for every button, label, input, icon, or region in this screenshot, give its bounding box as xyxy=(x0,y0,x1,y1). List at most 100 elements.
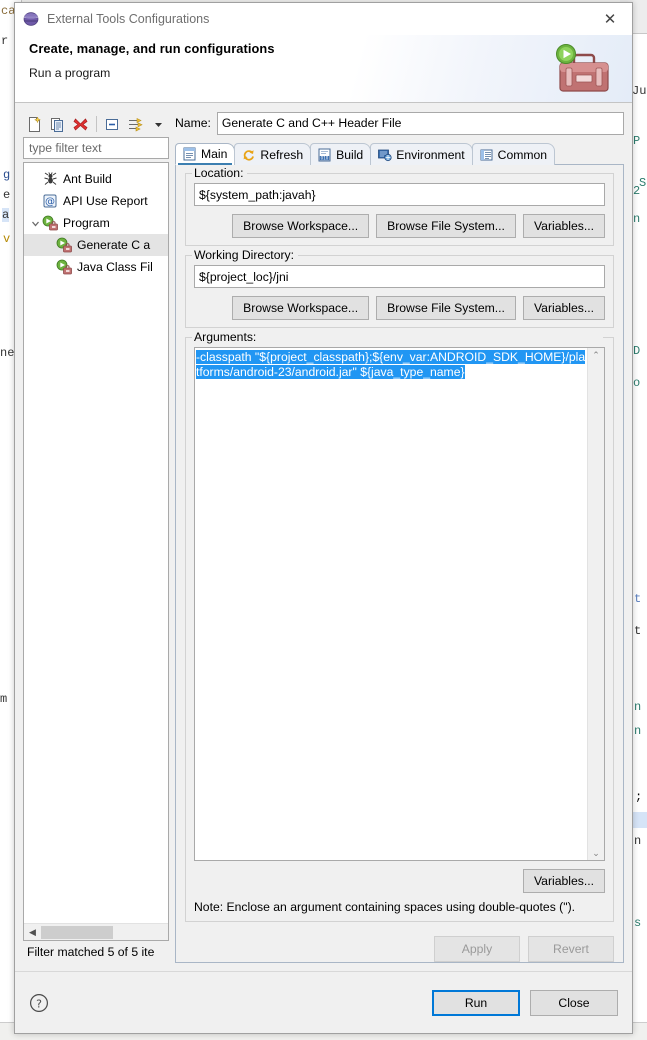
tree-expander-icon[interactable] xyxy=(28,212,42,234)
red-x-icon[interactable] xyxy=(70,113,90,135)
ant-icon xyxy=(44,172,57,185)
apply-button[interactable]: Apply xyxy=(434,936,520,962)
filter-input[interactable]: type filter text xyxy=(23,137,169,159)
dialog-title-bar: External Tools Configurations ✕ xyxy=(15,3,632,35)
tree-item-api-use-report[interactable]: @ API Use Report xyxy=(24,190,168,212)
program-run-icon xyxy=(56,259,72,275)
tree-item-label: Ant Build xyxy=(63,172,112,186)
svg-text:?: ? xyxy=(36,997,42,1010)
tree-items: Ant Build @ API Use Report Program Gener… xyxy=(24,163,168,923)
working-directory-group: Working Directory: ${project_loc}/jni Br… xyxy=(185,248,614,328)
arguments-textarea[interactable]: -classpath "${project_classpath};${env_v… xyxy=(194,347,605,861)
bg-text-fragment: m xyxy=(0,692,8,706)
configurations-tree[interactable]: Ant Build @ API Use Report Program Gener… xyxy=(23,162,169,941)
toolbar-separator xyxy=(96,116,97,132)
arguments-label: Arguments: xyxy=(192,330,603,344)
bg-text-fragment: S xyxy=(639,176,647,190)
scrollbar-thumb[interactable] xyxy=(41,925,113,939)
bg-text-fragment: s xyxy=(634,916,642,930)
external-tools-configurations-dialog: External Tools Configurations ✕ Create, … xyxy=(14,2,633,1034)
common-lines-icon xyxy=(480,149,493,160)
bg-text-fragment: n xyxy=(633,212,641,226)
arguments-buttons: Variables... xyxy=(194,869,605,893)
main-sheet-icon xyxy=(183,147,196,161)
tab-common[interactable]: Common xyxy=(471,143,556,165)
tree-item-label: Program xyxy=(63,216,110,230)
tab-build[interactable]: 010 Build xyxy=(310,143,372,165)
location-browse-file-system-button[interactable]: Browse File System... xyxy=(376,214,516,238)
configuration-tabs: Main Refresh 010 Build Environment Commo… xyxy=(175,141,624,165)
wd-browse-workspace-button[interactable]: Browse Workspace... xyxy=(232,296,370,320)
location-group: Location: ${system_path:javah} Browse Wo… xyxy=(185,166,614,246)
location-browse-workspace-button[interactable]: Browse Workspace... xyxy=(232,214,370,238)
scroll-left-icon[interactable]: ◀ xyxy=(24,924,41,941)
bg-text-fragment: Ju xyxy=(632,84,647,98)
tree-item-java-class-file[interactable]: Java Class Fil xyxy=(24,256,168,278)
wd-variables-button[interactable]: Variables... xyxy=(522,296,605,320)
configurations-panel: type filter text Ant Build @ API Use Rep… xyxy=(23,111,169,963)
dialog-footer: ? Run Close xyxy=(15,971,632,1033)
main-tab-panel: Location: ${system_path:javah} Browse Wo… xyxy=(175,165,624,963)
bg-text-fragment: t xyxy=(634,592,642,606)
tree-item-label: Java Class Fil xyxy=(77,260,153,274)
working-directory-input[interactable]: ${project_loc}/jni xyxy=(194,265,605,288)
build-binary-icon: 010 xyxy=(318,148,331,161)
bg-text-fragment: n xyxy=(634,724,642,738)
filter-match-status: Filter matched 5 of 5 ite xyxy=(27,945,155,959)
wd-browse-file-system-button[interactable]: Browse File System... xyxy=(376,296,516,320)
chevron-down-icon[interactable] xyxy=(149,113,169,135)
tab-main[interactable]: Main xyxy=(175,143,236,165)
working-directory-label: Working Directory: xyxy=(192,248,299,262)
revert-button[interactable]: Revert xyxy=(528,936,614,962)
tab-label: Refresh xyxy=(260,147,304,162)
tab-refresh[interactable]: Refresh xyxy=(234,143,312,165)
close-button[interactable]: Close xyxy=(530,989,618,1016)
run-button[interactable]: Run xyxy=(432,989,520,1016)
location-input[interactable]: ${system_path:javah} xyxy=(194,183,605,206)
tree-horizontal-scrollbar[interactable]: ◀ xyxy=(24,923,168,940)
toolbox-with-run-badge-icon xyxy=(556,44,609,92)
arguments-variables-button[interactable]: Variables... xyxy=(522,869,605,893)
tree-item-ant-build[interactable]: Ant Build xyxy=(24,168,168,190)
eclipse-globe-icon xyxy=(23,12,39,26)
help-question-icon[interactable]: ? xyxy=(29,993,49,1013)
arguments-group: Arguments: -classpath "${project_classpa… xyxy=(185,330,614,922)
arguments-note: Note: Enclose an argument containing spa… xyxy=(194,900,576,914)
location-buttons: Browse Workspace... Browse File System..… xyxy=(194,214,605,238)
tab-label: Environment xyxy=(396,147,465,162)
arguments-selected-text: -classpath "${project_classpath};${env_v… xyxy=(196,350,586,379)
copy-pages-icon[interactable] xyxy=(47,113,67,135)
new-document-icon[interactable] xyxy=(24,113,44,135)
arguments-text[interactable]: -classpath "${project_classpath};${env_v… xyxy=(195,348,587,860)
tab-label: Build xyxy=(336,147,364,162)
tree-item-program[interactable]: Program xyxy=(24,212,168,234)
filter-arrows-icon[interactable] xyxy=(126,113,146,135)
bg-text-fragment: n xyxy=(634,700,642,714)
configuration-name-row: Name: Generate C and C++ Header File xyxy=(175,111,624,135)
close-icon[interactable]: ✕ xyxy=(588,3,632,35)
scroll-down-icon[interactable]: ⌄ xyxy=(592,848,600,858)
bg-text-fragment: r xyxy=(1,34,9,48)
scroll-up-icon[interactable]: ⌃ xyxy=(592,350,600,360)
collapse-all-icon[interactable] xyxy=(103,113,123,135)
dialog-body: type filter text Ant Build @ API Use Rep… xyxy=(15,103,632,963)
bg-text-fragment: e xyxy=(3,188,11,202)
tree-item-label: Generate C a xyxy=(77,238,151,252)
tab-environment[interactable]: Environment xyxy=(370,143,473,165)
working-directory-body: ${project_loc}/jni Browse Workspace... B… xyxy=(194,265,605,320)
bg-text-fragment: t xyxy=(634,624,642,638)
bg-text-fragment: n xyxy=(634,834,642,848)
location-variables-button[interactable]: Variables... xyxy=(522,214,605,238)
bg-text-fragment: D xyxy=(633,344,641,358)
tree-item-generate-c-header[interactable]: Generate C a xyxy=(24,234,168,256)
location-label: Location: xyxy=(192,166,248,180)
svg-text:@: @ xyxy=(45,197,55,208)
environment-vars-icon xyxy=(378,149,392,161)
program-run-icon xyxy=(42,215,58,231)
arguments-vertical-scrollbar[interactable]: ⌃ ⌄ xyxy=(587,348,604,860)
name-input[interactable]: Generate C and C++ Header File xyxy=(216,111,624,135)
refresh-arrows-icon xyxy=(244,149,255,160)
bg-selection-band xyxy=(632,812,647,828)
program-run-icon xyxy=(56,237,72,253)
bg-text-fragment: ; xyxy=(635,790,643,804)
